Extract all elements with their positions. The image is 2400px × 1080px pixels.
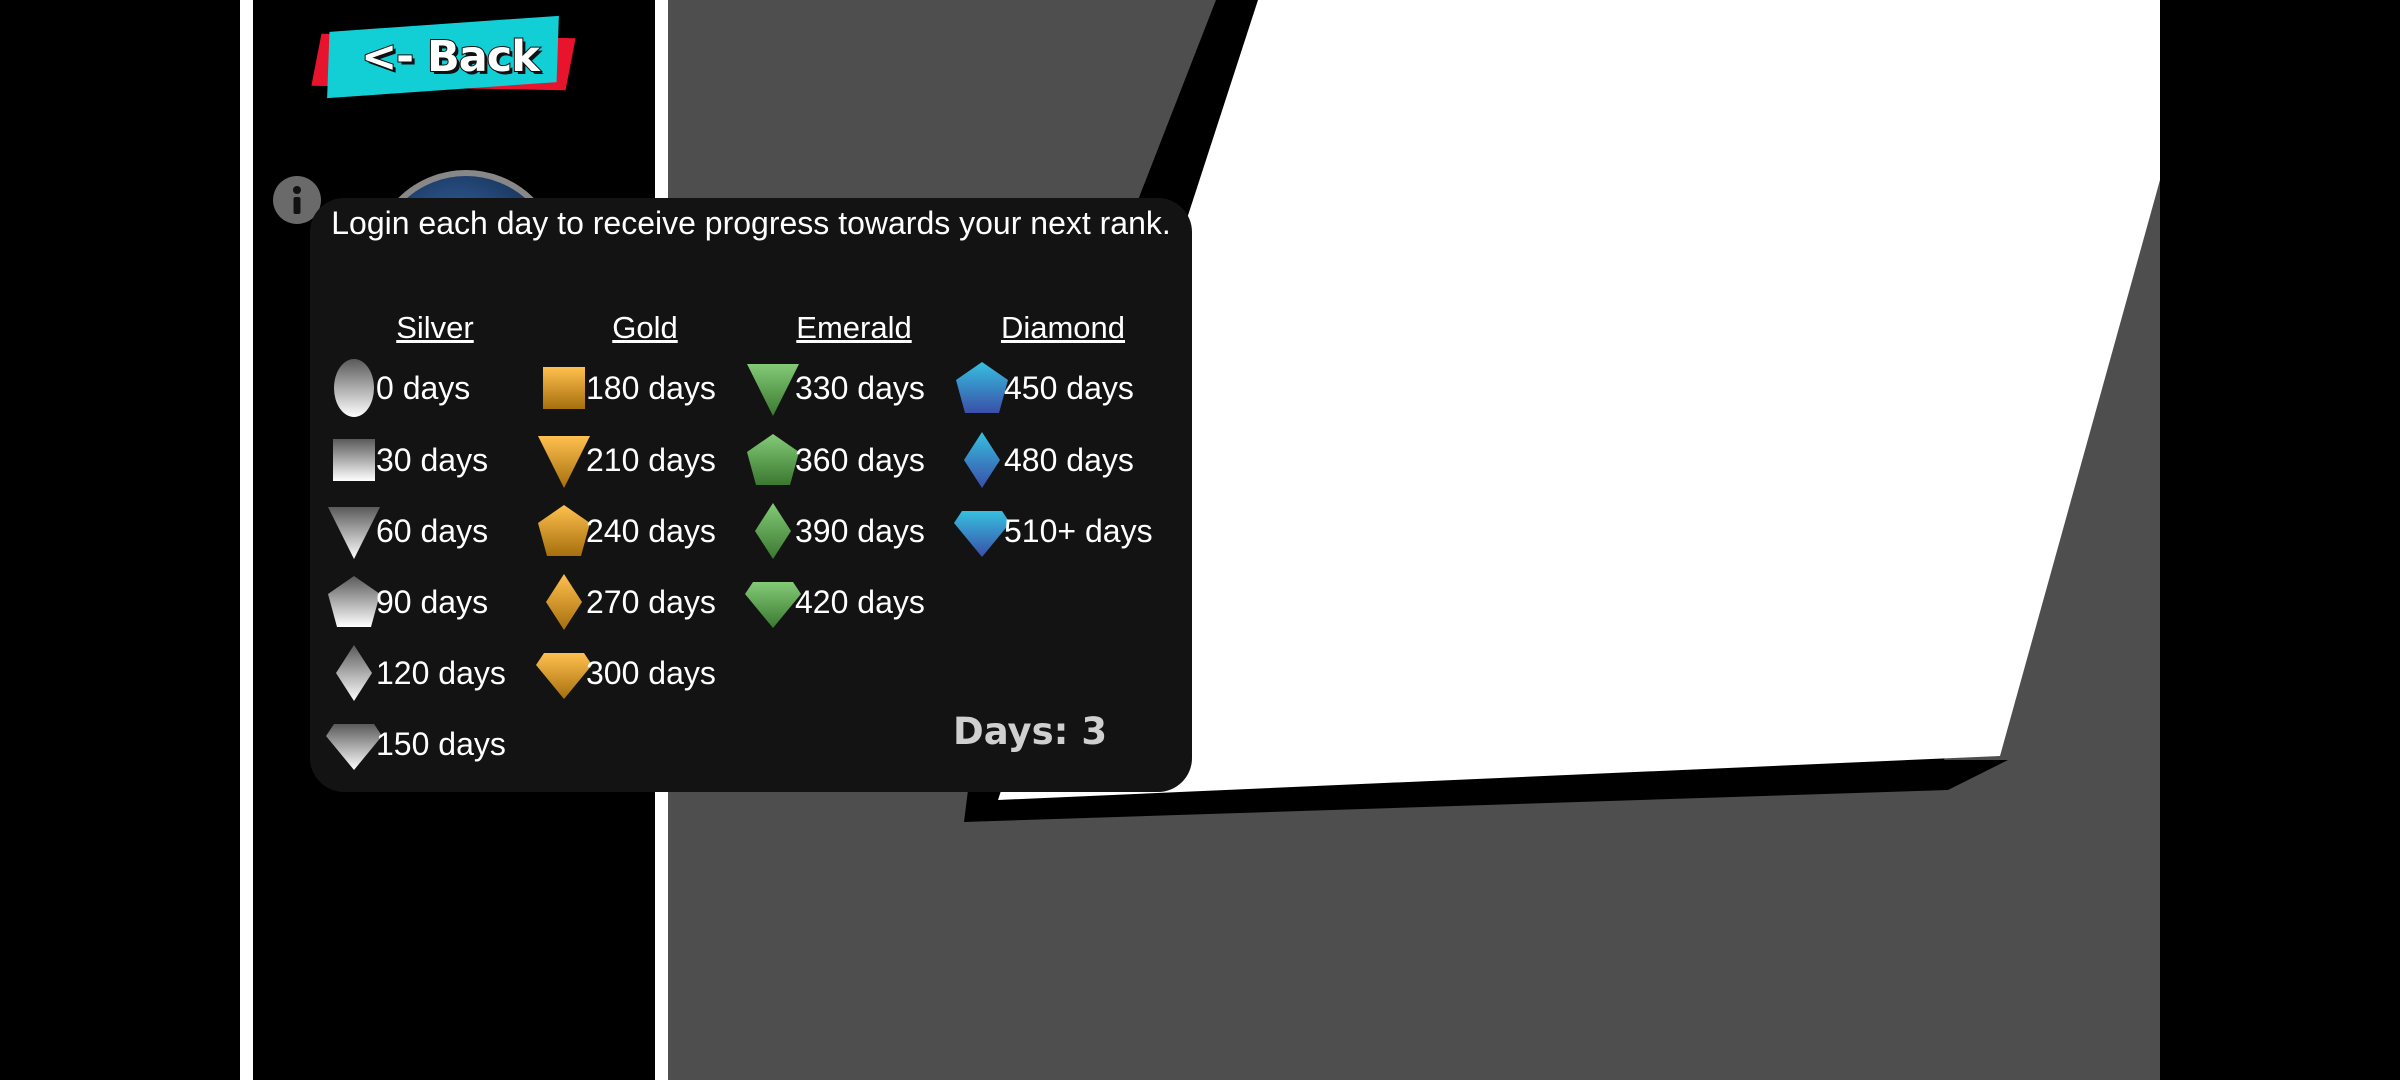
rank-tier-label: 480 days xyxy=(1004,442,1134,478)
rank-tier-silver: 150 days xyxy=(324,714,534,774)
gem-icon xyxy=(536,653,592,699)
triangle-icon xyxy=(747,364,799,416)
pentagon-icon xyxy=(956,362,1008,413)
square-icon xyxy=(333,439,375,481)
pentagon-icon xyxy=(328,576,380,627)
diamond-icon xyxy=(964,432,1000,488)
rank-tier-emerald: 420 days xyxy=(743,572,953,632)
column-header-emerald: Emerald xyxy=(796,310,912,345)
left-divider xyxy=(240,0,253,1080)
rank-info-popup: Login each day to receive progress towar… xyxy=(310,198,1192,792)
rank-tier-label: 90 days xyxy=(376,584,489,620)
back-button-label: <- Back xyxy=(360,31,541,83)
diamond-icon xyxy=(336,645,372,701)
oval-icon xyxy=(334,359,374,417)
rank-tier-silver: 120 days xyxy=(324,643,534,703)
rank-tier-label: 330 days xyxy=(795,370,925,406)
rank-tier-label: 270 days xyxy=(586,584,716,620)
rank-tier-diamond: 480 days xyxy=(952,430,1162,490)
column-header-gold: Gold xyxy=(612,310,678,345)
rank-tier-label: 120 days xyxy=(376,655,506,691)
rank-tier-gold: 210 days xyxy=(534,430,744,490)
rank-tier-gold: 300 days xyxy=(534,643,744,703)
diamond-icon xyxy=(755,503,791,559)
rank-tier-label: 300 days xyxy=(586,655,716,691)
rank-tier-label: 150 days xyxy=(376,726,506,762)
pentagon-icon xyxy=(747,434,799,485)
rank-tier-silver: 90 days xyxy=(324,572,534,632)
rank-tier-label: 210 days xyxy=(586,442,716,478)
rank-tier-gold: 240 days xyxy=(534,501,744,561)
rank-tier-label: 360 days xyxy=(795,442,925,478)
square-icon xyxy=(543,367,585,409)
rank-tier-emerald: 390 days xyxy=(743,501,953,561)
column-header-diamond: Diamond xyxy=(1000,310,1126,345)
rank-tier-silver: 60 days xyxy=(324,501,534,561)
rank-tier-label: 450 days xyxy=(1004,370,1134,406)
rank-tier-gold: 180 days xyxy=(534,358,744,418)
rank-tier-emerald: 330 days xyxy=(743,358,953,418)
rank-tier-emerald: 360 days xyxy=(743,430,953,490)
gem-icon xyxy=(745,582,801,628)
rank-tier-label: 510+ days xyxy=(1004,513,1153,549)
rank-tier-label: 180 days xyxy=(586,370,716,406)
triangle-icon xyxy=(538,436,590,488)
days-counter: Days: 3 xyxy=(953,710,1108,753)
rank-tier-label: 0 days xyxy=(376,370,471,406)
gem-icon xyxy=(326,724,382,770)
rank-tier-silver: 30 days xyxy=(324,430,534,490)
rank-tier-diamond: 450 days xyxy=(952,358,1162,418)
diamond-icon xyxy=(546,574,582,630)
rank-tier-silver: 0 days xyxy=(324,358,534,418)
rank-tier-label: 390 days xyxy=(795,513,925,549)
column-header-silver: Silver xyxy=(396,310,474,345)
rank-tier-label: 240 days xyxy=(586,513,716,549)
rank-tier-gold: 270 days xyxy=(534,572,744,632)
triangle-icon xyxy=(328,507,380,559)
back-button[interactable]: <- Back xyxy=(310,14,580,104)
gem-icon xyxy=(954,511,1010,557)
rank-tier-label: 420 days xyxy=(795,584,925,620)
pentagon-icon xyxy=(538,505,590,556)
popup-intro-text: Login each day to receive progress towar… xyxy=(331,205,1171,241)
rank-tier-label: 30 days xyxy=(376,442,489,478)
rank-tier-diamond: 510+ days xyxy=(952,501,1162,561)
rank-tier-label: 60 days xyxy=(376,513,489,549)
